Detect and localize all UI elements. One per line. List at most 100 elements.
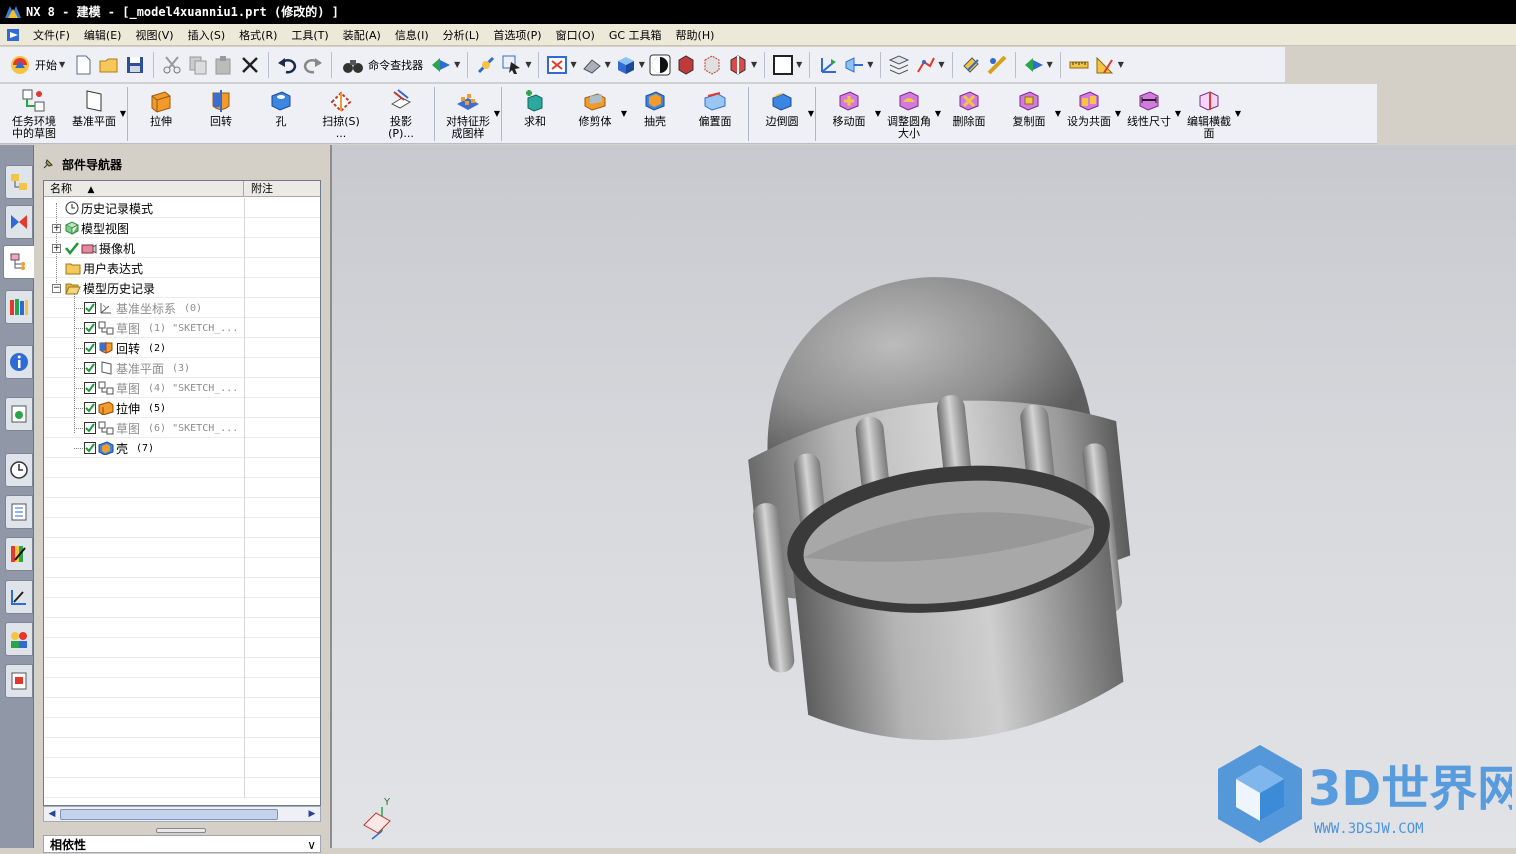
chevron-down-icon[interactable]: ▼ <box>525 60 531 69</box>
resource-tab-reuse-library[interactable] <box>5 290 33 324</box>
section-view-icon[interactable] <box>727 54 749 76</box>
tree-row[interactable]: 基准坐标系 (0) <box>44 298 320 318</box>
copy-face-button[interactable]: 复制面 ▼ <box>999 84 1061 128</box>
selection-filter-icon[interactable] <box>430 54 452 76</box>
chevron-down-icon[interactable]: ▼ <box>639 60 645 69</box>
select-icon[interactable] <box>501 54 523 76</box>
menu-edit[interactable]: 编辑(E) <box>77 27 129 43</box>
menu-file[interactable]: 文件(F) <box>26 27 77 43</box>
triangle-ruler-icon[interactable] <box>1094 54 1116 76</box>
linear-dimension-button[interactable]: 线性尺寸 ▼ <box>1119 84 1181 128</box>
checkbox[interactable] <box>84 402 96 414</box>
filter-arrow-icon[interactable] <box>1023 54 1045 76</box>
menu-assemblies[interactable]: 装配(A) <box>336 27 388 43</box>
horizontal-scrollbar[interactable]: ◀ ▶ <box>43 806 321 822</box>
checkbox[interactable] <box>84 322 96 334</box>
chevron-down-icon[interactable]: ∨ <box>307 836 316 854</box>
checkbox[interactable] <box>84 342 96 354</box>
sketch-button[interactable]: 任务环境 中的草图 <box>4 84 64 140</box>
menu-insert[interactable]: 插入(S) <box>181 27 233 43</box>
tree-node[interactable]: 基准平面 (3) <box>84 358 190 378</box>
tree-node[interactable]: 基准坐标系 (0) <box>84 298 202 318</box>
checkbox[interactable] <box>84 422 96 434</box>
pin-icon[interactable] <box>42 158 54 170</box>
app-menu-icon[interactable] <box>6 27 22 43</box>
graphics-window[interactable]: Y 3D世界网 WWW.3DSJW.COM <box>332 145 1516 848</box>
show-hide-icon[interactable] <box>960 54 982 76</box>
resource-tab-visualization[interactable] <box>5 537 33 571</box>
menu-view[interactable]: 视图(V) <box>128 27 180 43</box>
revolve-button[interactable]: 回转 <box>191 84 251 128</box>
checkbox[interactable] <box>84 362 96 374</box>
delete-face-button[interactable]: 删除面 <box>939 84 999 128</box>
chevron-down-icon[interactable]: ▼ <box>938 60 944 69</box>
command-finder-button[interactable]: 命令查找器 <box>339 51 426 79</box>
checkbox[interactable] <box>84 302 96 314</box>
tree-row[interactable]: 用户表达式 <box>44 258 320 278</box>
column-header-comment[interactable]: 附注 <box>245 181 273 197</box>
chevron-down-icon[interactable]: ▼ <box>120 108 126 120</box>
move-to-layer-icon[interactable] <box>914 54 936 76</box>
resource-tab-constraint-navigator[interactable] <box>5 205 33 239</box>
chevron-down-icon[interactable]: ▼ <box>1118 60 1124 69</box>
resource-tab-history[interactable] <box>5 453 33 487</box>
tree-row[interactable]: 拉伸 (5) <box>44 398 320 418</box>
panel-splitter[interactable] <box>156 828 206 833</box>
tree-node[interactable]: − 模型历史记录 <box>52 278 163 298</box>
tree-row[interactable]: 基准平面 (3) <box>44 358 320 378</box>
datum-plane-button[interactable]: 基准平面 ▼ <box>64 84 126 128</box>
wcs-icon[interactable] <box>817 54 839 76</box>
shaded-cube-icon[interactable] <box>615 54 637 76</box>
hidden-edge-icon[interactable] <box>701 54 723 76</box>
layer-settings-icon[interactable] <box>888 54 910 76</box>
tree-node[interactable]: + 模型视图 <box>52 218 137 238</box>
edge-display-icon[interactable] <box>675 54 697 76</box>
tree-row[interactable]: 历史记录模式 <box>44 198 320 218</box>
make-coplanar-button[interactable]: 设为共面 ▼ <box>1059 84 1121 128</box>
tree-row[interactable]: 回转 (2) <box>44 338 320 358</box>
resource-tab-web-browser[interactable] <box>5 397 33 431</box>
redo-icon[interactable] <box>302 54 324 76</box>
wcs-orient-icon[interactable] <box>843 54 865 76</box>
chevron-down-icon[interactable]: ▼ <box>751 60 757 69</box>
resource-tab-system-materials[interactable] <box>5 495 33 529</box>
knob-model[interactable] <box>730 259 1147 758</box>
edge-blend-button[interactable]: 边倒圆 ▼ <box>752 84 814 128</box>
resource-tab-assembly-navigator[interactable] <box>5 165 33 199</box>
measure-icon[interactable] <box>986 54 1008 76</box>
tree-node[interactable]: 用户表达式 <box>52 258 151 278</box>
offset-face-button[interactable]: 偏置面 <box>685 84 745 128</box>
fit-view-icon[interactable] <box>546 54 568 76</box>
tree-row[interactable]: 草图 (1) "SKETCH_... <box>44 318 320 338</box>
start-button[interactable]: 开始 ▼ <box>6 51 68 79</box>
new-file-icon[interactable] <box>72 54 94 76</box>
chevron-down-icon[interactable]: ▼ <box>796 60 802 69</box>
undo-icon[interactable] <box>276 54 298 76</box>
tree-row[interactable]: + 摄像机 <box>44 238 320 258</box>
copy-icon[interactable] <box>187 54 209 76</box>
resource-tab-roles[interactable] <box>5 622 33 656</box>
tree-row[interactable]: + 模型视图 <box>44 218 320 238</box>
chevron-down-icon[interactable]: ▼ <box>59 60 65 69</box>
checkbox[interactable] <box>84 382 96 394</box>
chevron-down-icon[interactable]: ▼ <box>867 60 873 69</box>
tree-row[interactable]: − 模型历史记录 <box>44 278 320 298</box>
checkbox[interactable] <box>84 442 96 454</box>
menu-gc-toolkit[interactable]: GC 工具箱 <box>602 27 669 43</box>
menu-analysis[interactable]: 分析(L) <box>436 27 487 43</box>
scroll-right-icon[interactable]: ▶ <box>305 808 319 821</box>
resource-tab-part-navigator[interactable] <box>3 245 35 279</box>
rotate-view-icon[interactable] <box>581 54 603 76</box>
trim-body-button[interactable]: 修剪体 ▼ <box>565 84 627 128</box>
tree-row[interactable]: 壳 (7) <box>44 438 320 458</box>
menu-help[interactable]: 帮助(H) <box>669 27 722 43</box>
collapse-icon[interactable]: − <box>52 283 61 293</box>
project-button[interactable]: 投影 (P)... <box>371 84 431 140</box>
move-face-button[interactable]: 移动面 ▼ <box>819 84 881 128</box>
column-header-name[interactable]: 名称 ▲ <box>44 181 244 197</box>
chevron-down-icon[interactable]: ▼ <box>605 60 611 69</box>
menu-preferences[interactable]: 首选项(P) <box>486 27 548 43</box>
tree-node[interactable]: 草图 (6) "SKETCH_... <box>84 418 238 438</box>
hole-button[interactable]: 孔 <box>251 84 311 128</box>
chevron-down-icon[interactable]: ▼ <box>808 108 814 120</box>
